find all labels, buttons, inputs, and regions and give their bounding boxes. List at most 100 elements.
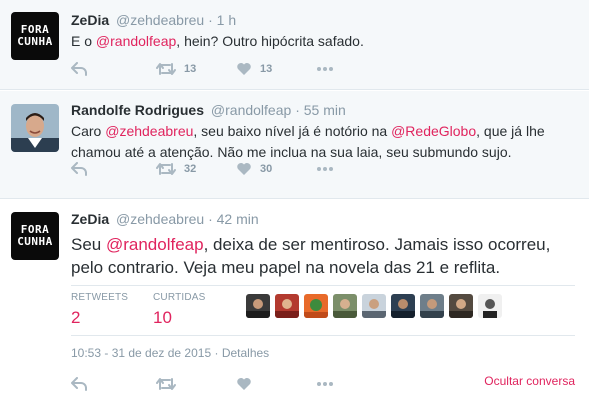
tweet-timestamp[interactable]: 10:53 - 31 de dez de 2015 <box>71 346 211 360</box>
retweet-button[interactable]: 32 <box>156 162 236 176</box>
heart-icon <box>237 378 251 390</box>
details-link[interactable]: Detalhes <box>222 346 269 360</box>
tweet-header: ZeDia @zehdeabreu · 1 h <box>71 12 236 28</box>
avatar[interactable] <box>11 104 59 152</box>
tweet-meta: 10:53 - 31 de dez de 2015 · Detalhes <box>71 346 269 360</box>
divider <box>71 285 575 286</box>
liker-avatar[interactable] <box>275 294 299 318</box>
likes-stat[interactable]: CURTIDAS 10 <box>153 292 207 328</box>
tweet-time[interactable]: 1 h <box>217 12 236 28</box>
liker-avatar[interactable] <box>420 294 444 318</box>
retweet-icon <box>156 378 176 390</box>
tweet-header: ZeDia @zehdeabreu · 42 min <box>71 211 259 227</box>
tweet-text-segment: Caro <box>71 123 106 139</box>
display-name[interactable]: Randolfe Rodrigues <box>71 102 204 118</box>
hide-conversation-link[interactable]: Ocultar conversa <box>484 374 575 388</box>
like-count: 13 <box>260 63 273 75</box>
heart-icon <box>237 163 251 175</box>
user-photo-icon <box>449 294 473 318</box>
like-count: 30 <box>260 163 273 175</box>
display-name[interactable]: ZeDia <box>71 211 109 227</box>
more-button[interactable] <box>316 66 334 72</box>
user-handle[interactable]: @randolfeap <box>211 102 291 118</box>
tweet-text-segment: , seu baixo nível já é notório na <box>193 123 392 139</box>
user-photo-icon <box>333 294 357 318</box>
like-button[interactable]: 13 <box>236 62 316 76</box>
user-photo-icon <box>11 104 59 152</box>
tweet-header: Randolfe Rodrigues @randolfeap · 55 min <box>71 102 346 118</box>
retweet-icon <box>156 163 176 175</box>
user-handle[interactable]: @zehdeabreu <box>116 12 204 28</box>
tweet-3-expanded[interactable]: FORA CUNHA ZeDia @zehdeabreu · 42 min Se… <box>0 200 589 407</box>
retweets-value: 2 <box>71 308 81 327</box>
separator-dot: · <box>208 12 213 28</box>
mention-link[interactable]: @RedeGlobo <box>391 123 476 139</box>
tweet-actions <box>71 374 334 394</box>
more-icon <box>317 67 333 71</box>
heart-icon <box>237 63 251 75</box>
liker-avatar[interactable] <box>362 294 386 318</box>
user-photo-icon <box>362 294 386 318</box>
user-photo-icon <box>246 294 270 318</box>
avatar[interactable]: FORA CUNHA <box>11 12 59 60</box>
more-button[interactable] <box>316 166 334 172</box>
more-icon <box>317 167 333 171</box>
liker-avatar[interactable] <box>304 294 328 318</box>
avatar-text-line-2: CUNHA <box>17 35 53 48</box>
tweet-actions: 13 13 <box>71 59 334 79</box>
liker-avatar[interactable] <box>391 294 415 318</box>
retweet-count: 13 <box>184 63 197 75</box>
tweet-time[interactable]: 55 min <box>304 102 346 118</box>
mention-link[interactable]: @randolfeap <box>106 235 204 254</box>
retweets-label: RETWEETS <box>71 292 129 303</box>
tweet-text-segment: E o <box>71 33 96 49</box>
tweet-text: Caro @zehdeabreu, seu baixo nível já é n… <box>71 121 576 163</box>
tweet-time[interactable]: 42 min <box>217 211 259 227</box>
likes-label: CURTIDAS <box>153 292 206 303</box>
user-photo-icon <box>420 294 444 318</box>
like-button[interactable] <box>236 377 316 391</box>
more-button[interactable] <box>316 381 334 387</box>
avatar[interactable]: FORA CUNHA <box>11 212 59 260</box>
reply-button[interactable] <box>71 162 156 176</box>
tweet-text: E o @randolfeap, hein? Outro hipócrita s… <box>71 31 576 51</box>
mention-link[interactable]: @zehdeabreu <box>105 123 193 139</box>
retweet-button[interactable] <box>156 377 236 391</box>
liker-avatar[interactable] <box>449 294 473 318</box>
tweet-2[interactable]: Randolfe Rodrigues @randolfeap · 55 min … <box>0 91 589 199</box>
user-photo-icon <box>478 294 502 318</box>
retweet-icon <box>156 63 176 75</box>
liker-avatar[interactable] <box>478 294 502 318</box>
more-icon <box>317 382 333 386</box>
reply-icon <box>71 162 87 176</box>
tweet-1[interactable]: FORA CUNHA ZeDia @zehdeabreu · 1 h E o @… <box>0 0 589 90</box>
divider <box>71 335 575 336</box>
separator-dot: · <box>295 102 300 118</box>
user-photo-icon <box>391 294 415 318</box>
tweet-actions: 32 30 <box>71 159 334 179</box>
reply-button[interactable] <box>71 62 156 76</box>
liker-avatar[interactable] <box>246 294 270 318</box>
tweet-text-segment: Seu <box>71 235 106 254</box>
retweet-count: 32 <box>184 163 197 175</box>
reply-button[interactable] <box>71 377 156 391</box>
tweet-text-segment: , hein? Outro hipócrita safado. <box>176 33 364 49</box>
likers-avatars <box>246 294 507 318</box>
liker-avatar[interactable] <box>333 294 357 318</box>
reply-icon <box>71 62 87 76</box>
tweet-text: Seu @randolfeap, deixa de ser mentiroso.… <box>71 233 576 279</box>
retweet-button[interactable]: 13 <box>156 62 236 76</box>
user-photo-icon <box>304 294 328 318</box>
avatar-text-line-2: CUNHA <box>17 235 53 248</box>
retweets-stat[interactable]: RETWEETS 2 <box>71 292 129 328</box>
tweet-stats: RETWEETS 2 CURTIDAS 10 <box>71 292 235 328</box>
display-name[interactable]: ZeDia <box>71 12 109 28</box>
user-photo-icon <box>275 294 299 318</box>
separator-dot: · <box>214 346 219 360</box>
reply-icon <box>71 377 87 391</box>
separator-dot: · <box>208 211 213 227</box>
like-button[interactable]: 30 <box>236 162 316 176</box>
likes-value: 10 <box>153 308 172 327</box>
user-handle[interactable]: @zehdeabreu <box>116 211 204 227</box>
mention-link[interactable]: @randolfeap <box>96 33 176 49</box>
